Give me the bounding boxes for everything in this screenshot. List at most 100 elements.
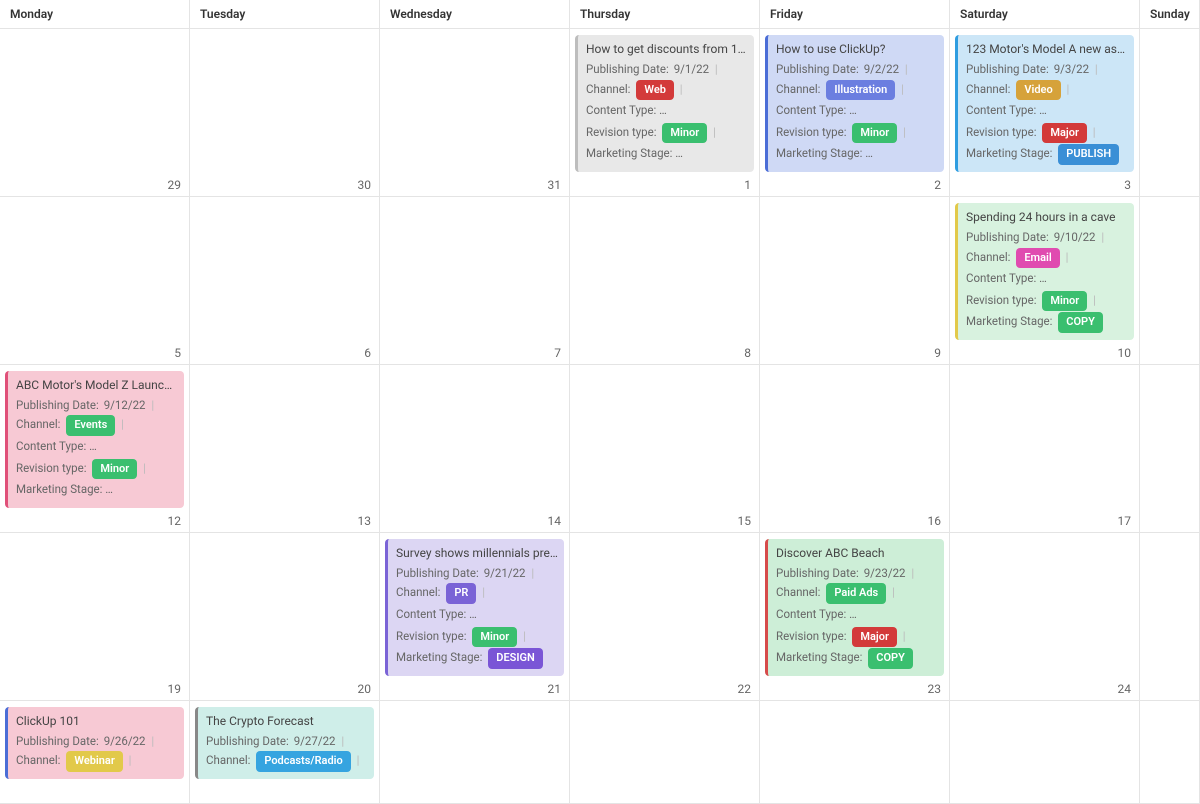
day-cell[interactable]: 20: [190, 533, 380, 701]
stage-tag[interactable]: NEW DRAFT: [678, 144, 748, 165]
content-type-tag[interactable]: Company Update: [1042, 101, 1128, 122]
event-stage-row: Marketing Stage: CLIENT APPROVAL: [16, 480, 178, 501]
event-title: The Crypto Forecast: [206, 712, 368, 731]
day-cell[interactable]: The Crypto ForecastPublishing Date: 9/27…: [190, 701, 380, 804]
calendar-event[interactable]: ABC Motor's Model Z Launch EventPublishi…: [5, 371, 184, 508]
day-number: 30: [358, 178, 372, 192]
day-cell[interactable]: 31: [380, 29, 570, 197]
weekday-header: Thursday: [570, 0, 760, 29]
stage-tag[interactable]: DESIGN: [488, 648, 543, 669]
event-content-type-row: Content Type: Company Update |: [966, 101, 1128, 122]
day-cell[interactable]: 13: [190, 365, 380, 533]
channel-tag[interactable]: PR: [446, 583, 476, 604]
channel-tag[interactable]: Video: [1016, 80, 1060, 101]
day-cell[interactable]: ClickUp 101Publishing Date: 9/26/22 |Cha…: [0, 701, 190, 804]
content-type-tag[interactable]: Sponsored Post: [662, 101, 748, 122]
day-cell[interactable]: 6: [190, 197, 380, 365]
day-cell[interactable]: 7: [380, 197, 570, 365]
revision-tag[interactable]: Minor: [92, 459, 137, 480]
day-cell[interactable]: 19: [0, 533, 190, 701]
day-cell[interactable]: Spending 24 hours in a cavePublishing Da…: [950, 197, 1140, 365]
day-cell[interactable]: How to use ClickUp?Publishing Date: 9/2/…: [760, 29, 950, 197]
content-type-tag[interactable]: Customer Story: [1042, 269, 1128, 290]
day-cell[interactable]: [570, 701, 760, 804]
calendar-event[interactable]: How to use ClickUp?Publishing Date: 9/2/…: [765, 35, 944, 172]
revision-tag[interactable]: Minor: [472, 627, 517, 648]
calendar-event[interactable]: Discover ABC BeachPublishing Date: 9/23/…: [765, 539, 944, 676]
day-cell[interactable]: [950, 701, 1140, 804]
event-publishing-date-row: Publishing Date: 9/10/22 |: [966, 228, 1128, 246]
content-type-tag[interactable]: Customer Story: [852, 605, 938, 626]
weekday-header: Friday: [760, 0, 950, 29]
day-number: 21: [548, 682, 562, 696]
event-stage-row: Marketing Stage: COPY: [966, 312, 1128, 333]
day-cell[interactable]: 22: [570, 533, 760, 701]
day-cell[interactable]: 30: [190, 29, 380, 197]
day-cell[interactable]: ABC Motor's Model Z Launch EventPublishi…: [0, 365, 190, 533]
day-cell[interactable]: How to get discounts from 123 Mart?Publi…: [570, 29, 760, 197]
day-number: 24: [1118, 682, 1132, 696]
day-cell[interactable]: 16: [760, 365, 950, 533]
day-cell[interactable]: 24: [950, 533, 1140, 701]
day-cell[interactable]: Discover ABC BeachPublishing Date: 9/23/…: [760, 533, 950, 701]
revision-tag[interactable]: Major: [1042, 123, 1087, 144]
content-type-tag[interactable]: Company Update: [852, 101, 938, 122]
day-cell[interactable]: [1140, 533, 1200, 701]
calendar-event[interactable]: The Crypto ForecastPublishing Date: 9/27…: [195, 707, 374, 779]
event-content-type-row: Content Type: Company Update |: [776, 101, 938, 122]
day-cell[interactable]: Survey shows millennials prefer electric…: [380, 533, 570, 701]
event-stage-row: Marketing Stage: PROOFREADING: [776, 144, 938, 165]
weekday-header: Monday: [0, 0, 190, 29]
event-channel-row: Channel: Webinar |: [16, 751, 178, 772]
stage-tag[interactable]: COPY: [868, 648, 913, 669]
channel-tag[interactable]: Illustration: [826, 80, 895, 101]
day-cell[interactable]: 15: [570, 365, 760, 533]
day-cell[interactable]: 123 Motor's Model A new assembly linePub…: [950, 29, 1140, 197]
event-publishing-date-row: Publishing Date: 9/21/22 |: [396, 564, 558, 582]
day-cell[interactable]: 17: [950, 365, 1140, 533]
day-number: 17: [1118, 514, 1132, 528]
day-cell[interactable]: [760, 701, 950, 804]
event-publishing-date-row: Publishing Date: 9/1/22 |: [586, 60, 748, 78]
channel-tag[interactable]: Events: [66, 415, 115, 436]
channel-tag[interactable]: Web: [636, 80, 674, 101]
stage-tag[interactable]: COPY: [1058, 312, 1103, 333]
day-cell[interactable]: 29: [0, 29, 190, 197]
event-publishing-date-row: Publishing Date: 9/23/22 |: [776, 564, 938, 582]
revision-tag[interactable]: Minor: [852, 123, 897, 144]
day-cell[interactable]: [1140, 29, 1200, 197]
stage-tag[interactable]: CLIENT APPROVAL: [108, 480, 178, 501]
calendar-event[interactable]: Spending 24 hours in a cavePublishing Da…: [955, 203, 1134, 340]
calendar-event[interactable]: Survey shows millennials prefer electric…: [385, 539, 564, 676]
day-cell[interactable]: [1140, 197, 1200, 365]
day-cell[interactable]: [380, 701, 570, 804]
channel-tag[interactable]: Podcasts/Radio: [256, 751, 350, 772]
revision-tag[interactable]: Minor: [662, 123, 707, 144]
channel-tag[interactable]: Webinar: [66, 751, 122, 772]
day-cell[interactable]: 8: [570, 197, 760, 365]
day-cell[interactable]: 9: [760, 197, 950, 365]
channel-tag[interactable]: Email: [1016, 248, 1059, 269]
day-cell[interactable]: [1140, 365, 1200, 533]
day-number: 3: [1124, 178, 1131, 192]
calendar-event[interactable]: 123 Motor's Model A new assembly linePub…: [955, 35, 1134, 172]
calendar-event[interactable]: ClickUp 101Publishing Date: 9/26/22 |Cha…: [5, 707, 184, 779]
revision-tag[interactable]: Major: [852, 627, 897, 648]
day-number: 23: [928, 682, 942, 696]
day-cell[interactable]: 14: [380, 365, 570, 533]
content-type-tag[interactable]: Product News: [92, 437, 177, 458]
stage-tag[interactable]: PUBLISH: [1058, 144, 1119, 165]
revision-tag[interactable]: Minor: [1042, 291, 1087, 312]
event-stage-row: Marketing Stage: DESIGN: [396, 648, 558, 669]
day-number: 20: [358, 682, 372, 696]
content-type-tag[interactable]: Thought Leader...: [472, 605, 558, 626]
calendar-event[interactable]: How to get discounts from 123 Mart?Publi…: [575, 35, 754, 172]
day-cell[interactable]: [1140, 701, 1200, 804]
channel-tag[interactable]: Paid Ads: [826, 583, 886, 604]
event-channel-row: Channel: Events |: [16, 415, 178, 436]
day-number: 19: [168, 682, 182, 696]
day-number: 15: [738, 514, 752, 528]
day-cell[interactable]: 5: [0, 197, 190, 365]
stage-tag[interactable]: PROOFREADING: [868, 144, 938, 165]
event-publishing-date-row: Publishing Date: 9/3/22 |: [966, 60, 1128, 78]
